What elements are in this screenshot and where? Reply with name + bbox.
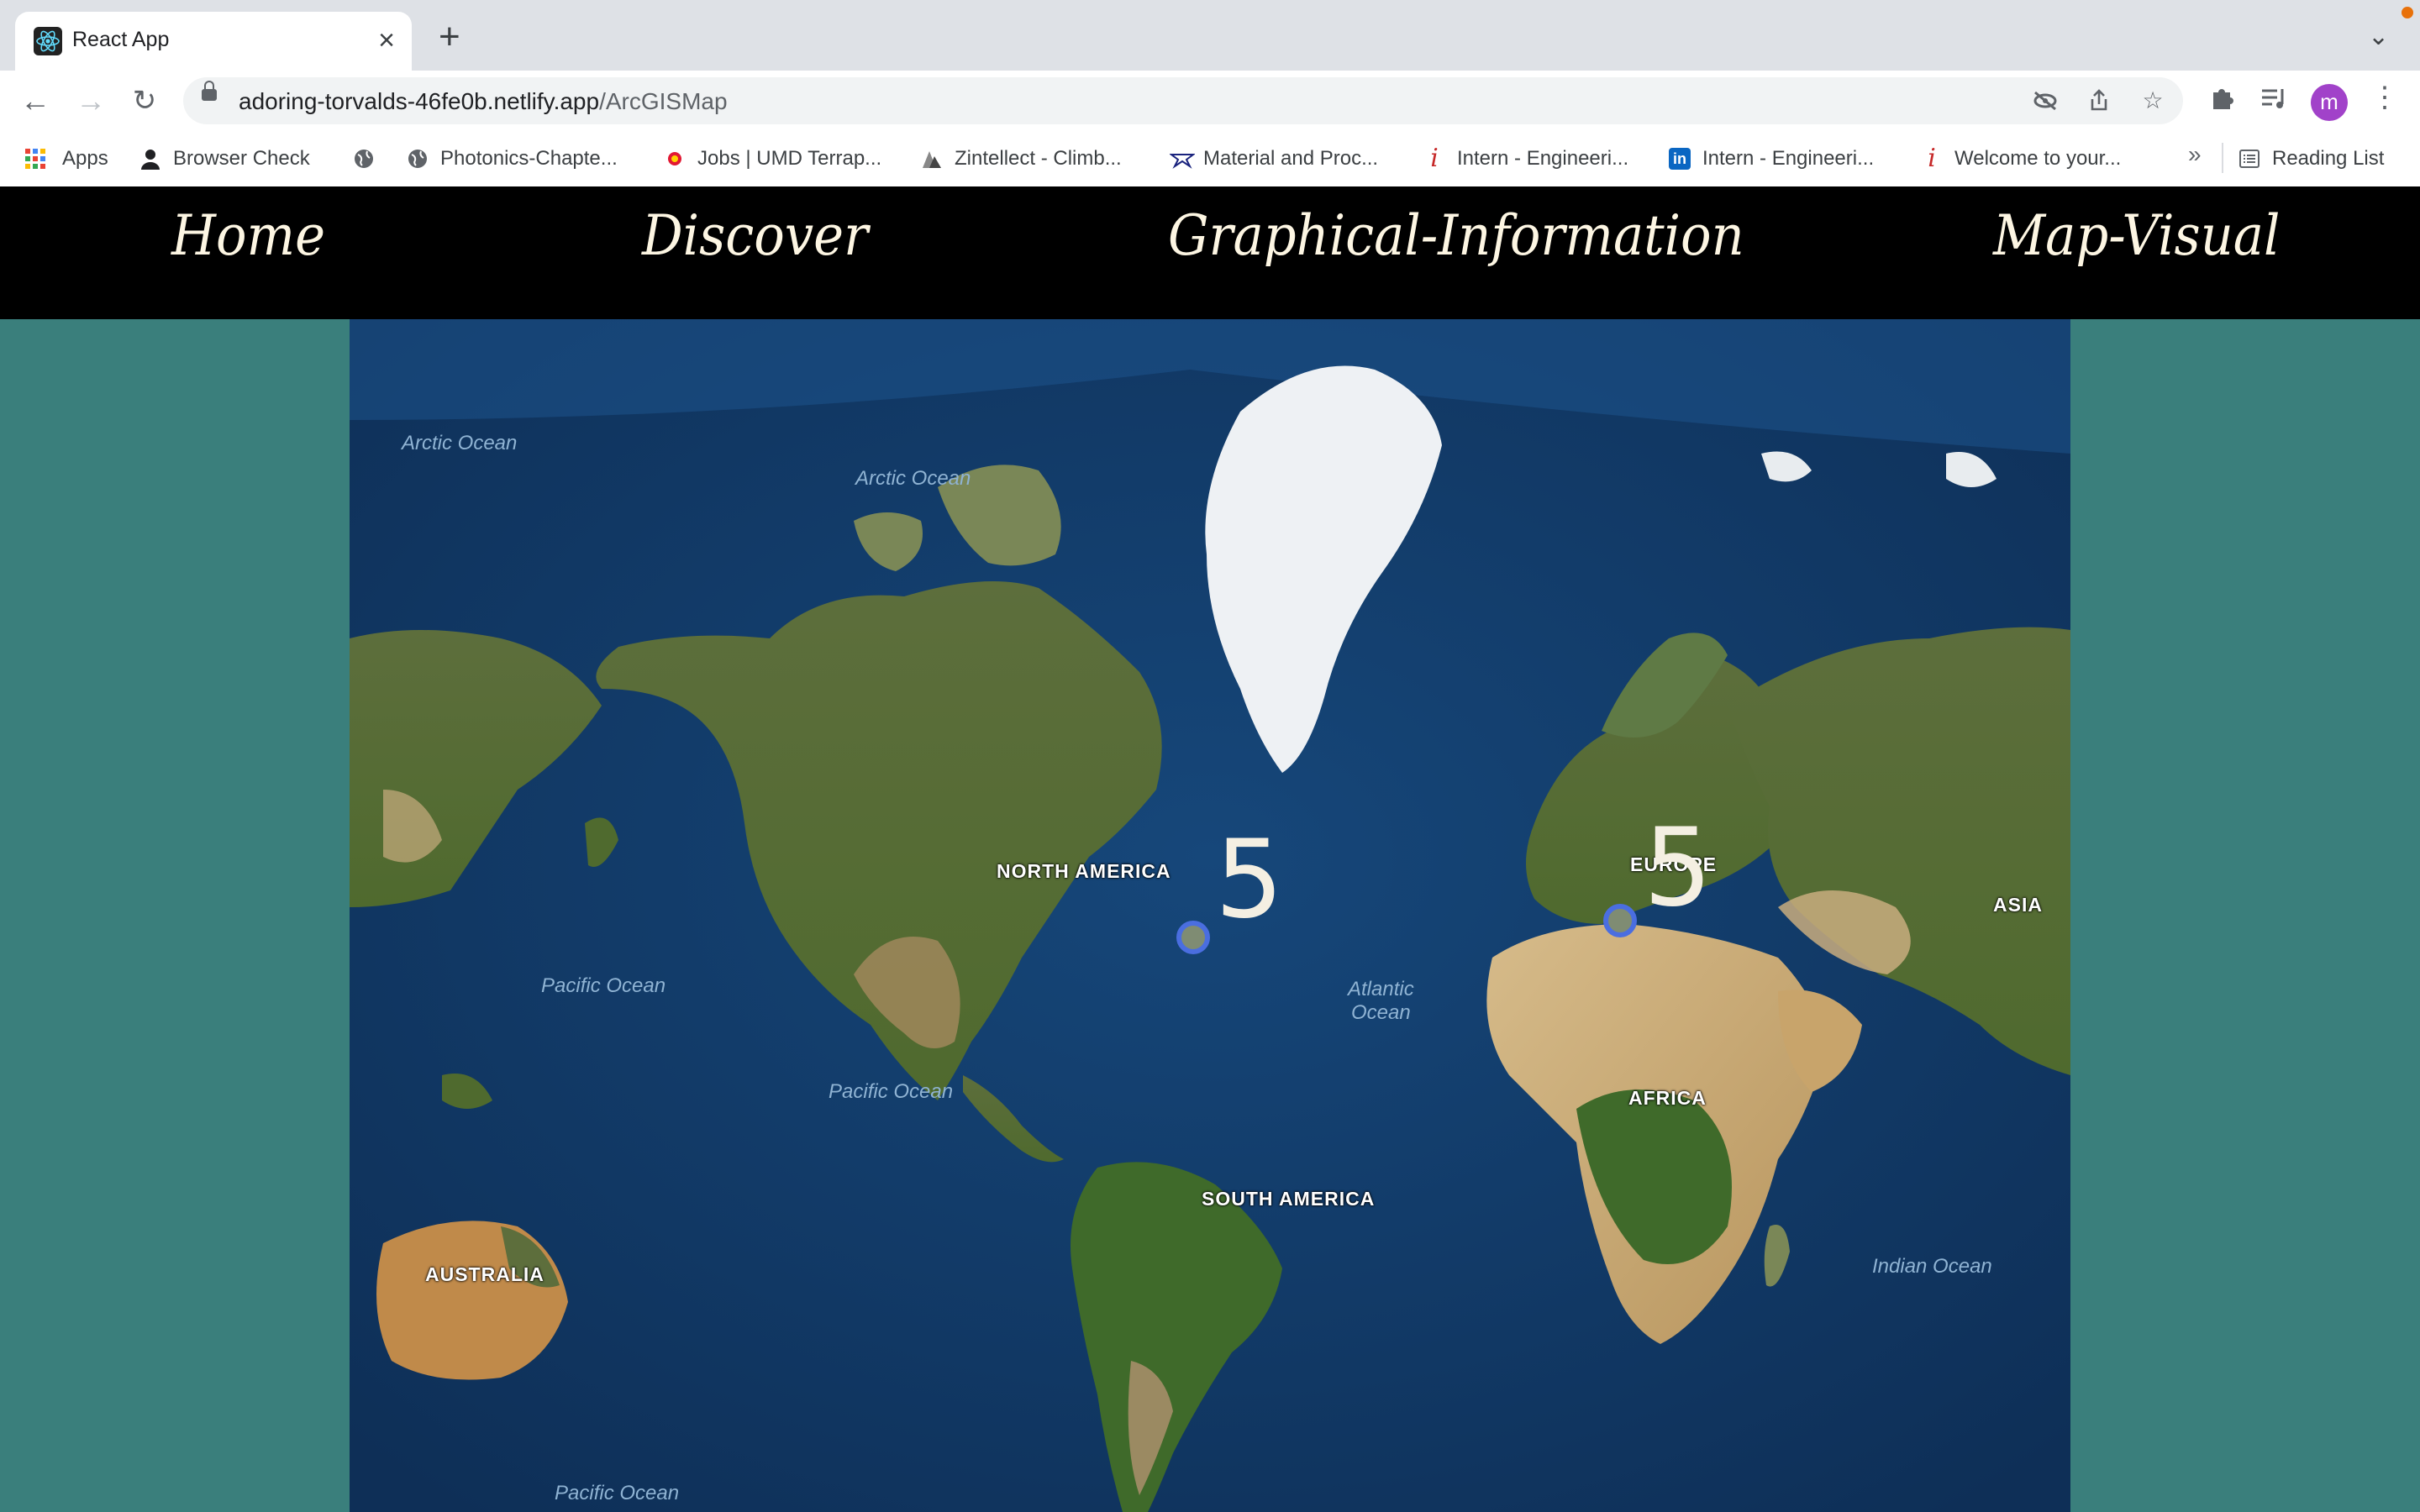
nav-discover-link[interactable]: Discover (642, 203, 868, 268)
globe-icon (407, 148, 429, 170)
satellite-basemap (350, 319, 2070, 1512)
app-navbar: Home Discover Graphical-Information Map-… (0, 186, 2420, 319)
ocean-label: Indian Ocean (1872, 1255, 1992, 1278)
ocean-label: Atlantic Ocean (1348, 978, 1414, 1024)
airforce-icon (1169, 148, 1196, 170)
extensions-icon[interactable] (2205, 81, 2238, 114)
continent-label: AUSTRALIA (425, 1263, 544, 1285)
info-i-icon: i (1430, 144, 1439, 173)
bookmarks-divider (2222, 143, 2223, 173)
profile-avatar[interactable]: m (2311, 84, 2348, 121)
map-marker[interactable] (1603, 904, 1637, 937)
forward-icon[interactable]: → (72, 82, 109, 119)
bookmark-photonics[interactable]: Photonics-Chapte... (407, 144, 618, 173)
continent-label: NORTH AMERICA (997, 860, 1171, 882)
back-icon[interactable]: ← (17, 82, 54, 119)
media-icon[interactable] (2257, 81, 2291, 114)
person-icon (139, 148, 161, 170)
zintellect-icon (921, 148, 943, 170)
umd-icon (664, 148, 686, 170)
nav-home-link[interactable]: Home (171, 203, 325, 268)
bookmark-intern-1[interactable]: i Intern - Engineeri... (1423, 144, 1628, 173)
bookmarks-overflow-icon[interactable]: » (2188, 141, 2202, 168)
apps-grid-icon (25, 149, 45, 169)
tab-title: React App (72, 28, 170, 51)
globe-icon (353, 148, 375, 170)
browser-tab[interactable]: React App × (15, 12, 412, 71)
nav-graphical-information-link[interactable]: Graphical-Information (1168, 203, 1744, 268)
bookmarks-bar: Apps Browser Check Photonics-Chapte... J… (0, 131, 2420, 187)
cluster-count[interactable]: 5 (1644, 815, 1712, 922)
ocean-label: Pacific Ocean (541, 974, 666, 997)
star-icon[interactable]: ☆ (2138, 86, 2168, 116)
bookmark-umd-jobs[interactable]: Jobs | UMD Terrap... (664, 144, 881, 173)
info-i-icon: i (1928, 144, 1936, 173)
address-bar[interactable]: adoring-torvalds-46fe0b.netlify.app/ArcG… (183, 77, 2183, 124)
continent-label: AFRICA (1628, 1087, 1707, 1109)
continent-label: ASIA (1993, 894, 2043, 916)
reading-list-icon (2238, 148, 2260, 170)
close-tab-icon[interactable]: × (378, 24, 395, 57)
new-tab-icon[interactable]: + (439, 18, 460, 55)
ocean-label: Pacific Ocean (829, 1080, 954, 1103)
ocean-label: Arctic Ocean (855, 467, 971, 490)
map-marker[interactable] (1176, 921, 1210, 954)
url-text[interactable]: adoring-torvalds-46fe0b.netlify.app/ArcG… (239, 88, 728, 115)
bookmark-apps[interactable]: Apps (25, 144, 108, 173)
ocean-label: Arctic Ocean (402, 432, 518, 454)
reading-list-button[interactable]: Reading List (2238, 144, 2384, 173)
ocean-label: Pacific Ocean (555, 1482, 680, 1504)
bookmark-intern-2[interactable]: in Intern - Engineeri... (1669, 144, 1874, 173)
bookmark-material[interactable]: Material and Proc... (1169, 144, 1378, 173)
notification-dot (2402, 7, 2413, 18)
bookmark-globe[interactable] (353, 144, 387, 173)
eye-off-icon[interactable] (2030, 86, 2060, 116)
linkedin-icon: in (1669, 148, 1691, 170)
continent-label: SOUTH AMERICA (1202, 1188, 1376, 1210)
lock-icon[interactable] (202, 81, 217, 101)
cluster-count[interactable]: 5 (1215, 827, 1283, 934)
bookmark-browser-check[interactable]: Browser Check (139, 144, 310, 173)
arcgis-map-view[interactable]: Arctic Ocean Arctic Ocean Pacific Ocean … (350, 319, 2070, 1512)
nav-map-visual-link[interactable]: Map-Visual (1993, 203, 2280, 268)
bookmark-welcome[interactable]: i Welcome to your... (1921, 144, 2121, 173)
tab-strip: React App × + ⌄ (0, 0, 2420, 71)
menu-icon[interactable]: ⋮ (2368, 81, 2402, 114)
reload-icon[interactable]: ↻ (126, 82, 163, 119)
browser-toolbar: ← → ↻ adoring-torvalds-46fe0b.netlify.ap… (0, 71, 2420, 131)
tab-search-icon[interactable]: ⌄ (2368, 22, 2389, 51)
share-icon[interactable] (2084, 86, 2114, 116)
bookmark-zintellect[interactable]: Zintellect - Climb... (921, 144, 1122, 173)
react-favicon-icon (34, 27, 62, 55)
